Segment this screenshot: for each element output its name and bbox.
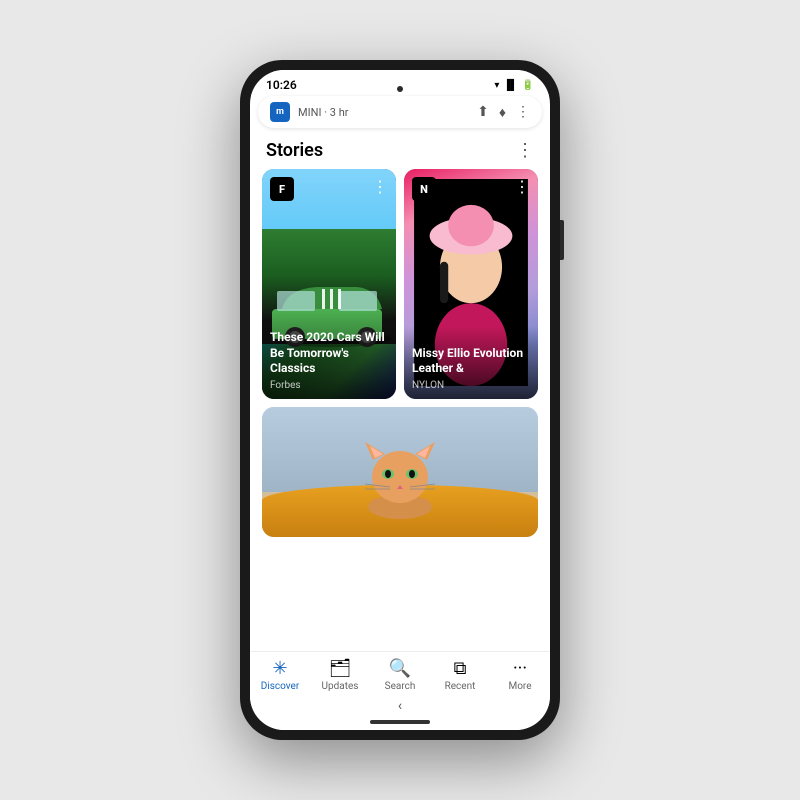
discover-icon: ✳	[272, 658, 287, 679]
mic-icon[interactable]: ♦	[499, 104, 506, 121]
search-label: Search	[385, 681, 416, 692]
more-icon: ···	[513, 658, 527, 679]
signal-icon: ▐▌	[503, 80, 517, 91]
recent-label: Recent	[445, 681, 476, 692]
forbes-headline: These 2020 Cars Will Be Tomorrow's Class…	[270, 330, 388, 377]
updates-icon: 🗂	[329, 658, 352, 679]
stories-menu-icon[interactable]: ⋮	[516, 140, 534, 161]
nav-more[interactable]: ··· More	[495, 658, 545, 692]
nav-discover[interactable]: ✳ Discover	[255, 658, 305, 692]
forbes-source: Forbes	[270, 380, 388, 391]
search-icon: 🔍	[389, 658, 411, 679]
share-icon[interactable]: ⬆	[477, 104, 489, 120]
bottom-nav: ✳ Discover 🗂 Updates 🔍 Search ⧉ Recent ·…	[250, 651, 550, 696]
nylon-card[interactable]: N ⋮ Missy Ellio Evolution Leather & NYLO…	[404, 169, 538, 399]
status-bar: 10:26 ▾ ▐▌ 🔋	[250, 70, 550, 96]
notif-menu-icon[interactable]: ⋮	[516, 104, 530, 120]
stories-title: Stories	[266, 140, 323, 161]
notif-app-icon: m	[270, 102, 290, 122]
recent-icon: ⧉	[454, 658, 467, 679]
nav-recent[interactable]: ⧉ Recent	[435, 658, 485, 692]
forbes-badge: F	[270, 177, 294, 201]
status-icons: ▾ ▐▌ 🔋	[494, 80, 534, 91]
home-bar	[370, 720, 430, 724]
back-chevron[interactable]: ‹	[398, 698, 402, 714]
nav-updates[interactable]: 🗂 Updates	[315, 658, 365, 692]
cat-svg	[355, 432, 445, 522]
notif-actions: ⬆ ♦ ⋮	[477, 104, 530, 121]
discover-label: Discover	[261, 681, 300, 692]
status-time: 10:26	[266, 78, 297, 92]
main-content: Stories ⋮	[250, 128, 550, 651]
updates-label: Updates	[322, 681, 359, 692]
stories-header: Stories ⋮	[250, 136, 550, 169]
wifi-icon: ▾	[494, 80, 499, 91]
battery-icon: 🔋	[522, 80, 534, 91]
nylon-source: NYLON	[412, 380, 530, 391]
phone-frame: 10:26 ▾ ▐▌ 🔋 m MINI · 3 hr ⬆ ♦ ⋮	[240, 60, 560, 740]
nylon-badge: N	[412, 177, 436, 201]
notification-bar: m MINI · 3 hr ⬆ ♦ ⋮	[258, 96, 542, 128]
notif-text: MINI · 3 hr	[298, 106, 469, 119]
cat-card[interactable]	[262, 407, 538, 537]
nylon-card-menu[interactable]: ⋮	[514, 177, 530, 196]
phone-screen: 10:26 ▾ ▐▌ 🔋 m MINI · 3 hr ⬆ ♦ ⋮	[250, 70, 550, 730]
forbes-card[interactable]: F ⋮ These 2020 Cars Will Be Tomorrow's C…	[262, 169, 396, 399]
side-button	[560, 220, 564, 260]
home-indicator	[250, 716, 550, 730]
cards-row: F ⋮ These 2020 Cars Will Be Tomorrow's C…	[250, 169, 550, 399]
forbes-card-overlay: These 2020 Cars Will Be Tomorrow's Class…	[262, 310, 396, 399]
forbes-card-menu[interactable]: ⋮	[372, 177, 388, 196]
nav-search[interactable]: 🔍 Search	[375, 658, 425, 692]
nylon-headline: Missy Ellio Evolution Leather &	[412, 346, 530, 377]
cat-image	[262, 407, 538, 537]
more-label: More	[508, 681, 531, 692]
nylon-card-overlay: Missy Ellio Evolution Leather & NYLON	[404, 326, 538, 399]
camera-dot	[397, 86, 403, 92]
nav-back-bar: ‹	[250, 696, 550, 716]
